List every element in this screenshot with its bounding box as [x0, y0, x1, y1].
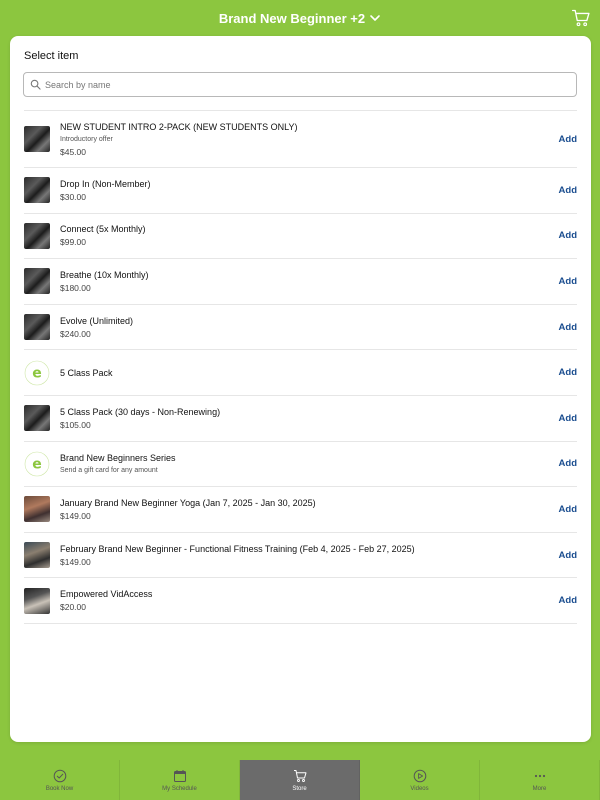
add-button[interactable]: Add	[559, 230, 577, 241]
item-name: 5 Class Pack (30 days - Non-Renewing)	[60, 406, 221, 417]
item-name: Brand New Beginners Series	[60, 452, 176, 463]
item-price: $149.00	[60, 510, 91, 521]
item-thumbnail	[24, 314, 50, 341]
item-price: $180.00	[60, 282, 91, 293]
list-item[interactable]: Connect (5x Monthly) $99.00 Add	[24, 214, 577, 260]
list-item[interactable]: January Brand New Beginner Yoga (Jan 7, …	[24, 487, 577, 533]
item-thumbnail	[24, 542, 50, 569]
tab-label: Book Now	[45, 785, 74, 792]
item-thumbnail	[24, 587, 50, 614]
item-name: Empowered VidAccess	[60, 589, 153, 600]
add-button[interactable]: Add	[559, 595, 577, 606]
add-button[interactable]: Add	[559, 504, 577, 515]
list-item[interactable]: NEW STUDENT INTRO 2-PACK (NEW STUDENTS O…	[24, 111, 577, 168]
list-item[interactable]: Breathe (10x Monthly) $180.00 Add	[24, 259, 577, 305]
item-subtitle: Send a gift card for any amount	[60, 466, 158, 474]
tab-my-schedule[interactable]: My Schedule	[120, 760, 240, 800]
bottom-nav: Book Now My Schedule Store Videos More	[0, 760, 600, 800]
tab-videos[interactable]: Videos	[360, 760, 480, 800]
item-thumbnail	[24, 126, 50, 152]
search-icon	[30, 79, 41, 90]
item-thumbnail	[24, 405, 50, 432]
list-item[interactable]: Evolve (Unlimited) $240.00 Add	[24, 305, 577, 351]
item-name: NEW STUDENT INTRO 2-PACK (NEW STUDENTS O…	[60, 121, 298, 132]
more-dots-icon	[534, 774, 545, 777]
add-button[interactable]: Add	[559, 322, 577, 333]
empowered-logo-icon: e	[24, 450, 50, 477]
list-item[interactable]: e 5 Class Pack Add	[24, 350, 577, 396]
item-name: Evolve (Unlimited)	[60, 315, 134, 326]
item-name: Breathe (10x Monthly)	[60, 269, 149, 280]
top-bar: Brand New Beginner +2	[0, 0, 600, 36]
calendar-icon	[173, 769, 186, 782]
add-button[interactable]: Add	[559, 550, 577, 561]
item-list: NEW STUDENT INTRO 2-PACK (NEW STUDENTS O…	[24, 110, 577, 624]
add-button[interactable]: Add	[559, 134, 577, 145]
search-input[interactable]	[45, 79, 565, 90]
item-price: $20.00	[60, 602, 86, 613]
item-name: February Brand New Beginner - Functional…	[60, 543, 415, 554]
location-selector[interactable]: Brand New Beginner +2	[219, 11, 381, 26]
add-button[interactable]: Add	[559, 367, 577, 378]
item-thumbnail	[24, 177, 50, 204]
card-title: Select item	[24, 50, 79, 62]
cart-button[interactable]	[571, 8, 591, 28]
select-item-card: Select item NEW STUDENT INTRO 2-PACK (NE…	[10, 36, 591, 742]
item-price: $99.00	[60, 237, 86, 248]
item-thumbnail	[24, 222, 50, 249]
add-button[interactable]: Add	[559, 276, 577, 287]
list-item[interactable]: February Brand New Beginner - Functional…	[24, 533, 577, 579]
list-item[interactable]: Empowered VidAccess $20.00 Add	[24, 578, 577, 624]
item-price: $105.00	[60, 419, 91, 430]
item-name: January Brand New Beginner Yoga (Jan 7, …	[60, 497, 316, 508]
tab-label: Videos	[410, 785, 429, 792]
tab-label: My Schedule	[162, 785, 197, 792]
add-button[interactable]: Add	[559, 458, 577, 469]
item-thumbnail	[24, 496, 50, 523]
item-price: $240.00	[60, 328, 91, 339]
search-box[interactable]	[23, 72, 577, 97]
item-subtitle: Introductory offer	[60, 135, 113, 143]
item-name: Drop In (Non-Member)	[60, 178, 151, 189]
chevron-down-icon	[370, 15, 380, 21]
cart-icon	[572, 9, 590, 27]
tab-label: More	[532, 785, 547, 792]
svg-text:e: e	[32, 365, 42, 381]
svg-text:e: e	[32, 456, 42, 472]
list-item[interactable]: e Brand New Beginners Series Send a gift…	[24, 442, 577, 488]
add-button[interactable]: Add	[559, 413, 577, 424]
item-price: $45.00	[60, 146, 86, 157]
add-button[interactable]: Add	[559, 185, 577, 196]
list-item[interactable]: Drop In (Non-Member) $30.00 Add	[24, 168, 577, 214]
location-title: Brand New Beginner +2	[218, 10, 366, 26]
item-price: $30.00	[60, 191, 86, 202]
item-name: Connect (5x Monthly)	[60, 224, 146, 235]
play-circle-icon	[413, 769, 426, 782]
item-name: 5 Class Pack	[60, 367, 113, 378]
tab-store[interactable]: Store	[240, 760, 360, 800]
tab-book-now[interactable]: Book Now	[0, 760, 120, 800]
list-item[interactable]: 5 Class Pack (30 days - Non-Renewing) $1…	[24, 396, 577, 442]
tab-label: Store	[292, 785, 307, 792]
check-circle-icon	[53, 769, 66, 782]
item-thumbnail	[24, 268, 50, 295]
item-price: $149.00	[60, 556, 91, 567]
cart-icon	[293, 769, 306, 782]
tab-more[interactable]: More	[480, 760, 600, 800]
empowered-logo-icon: e	[24, 359, 50, 386]
